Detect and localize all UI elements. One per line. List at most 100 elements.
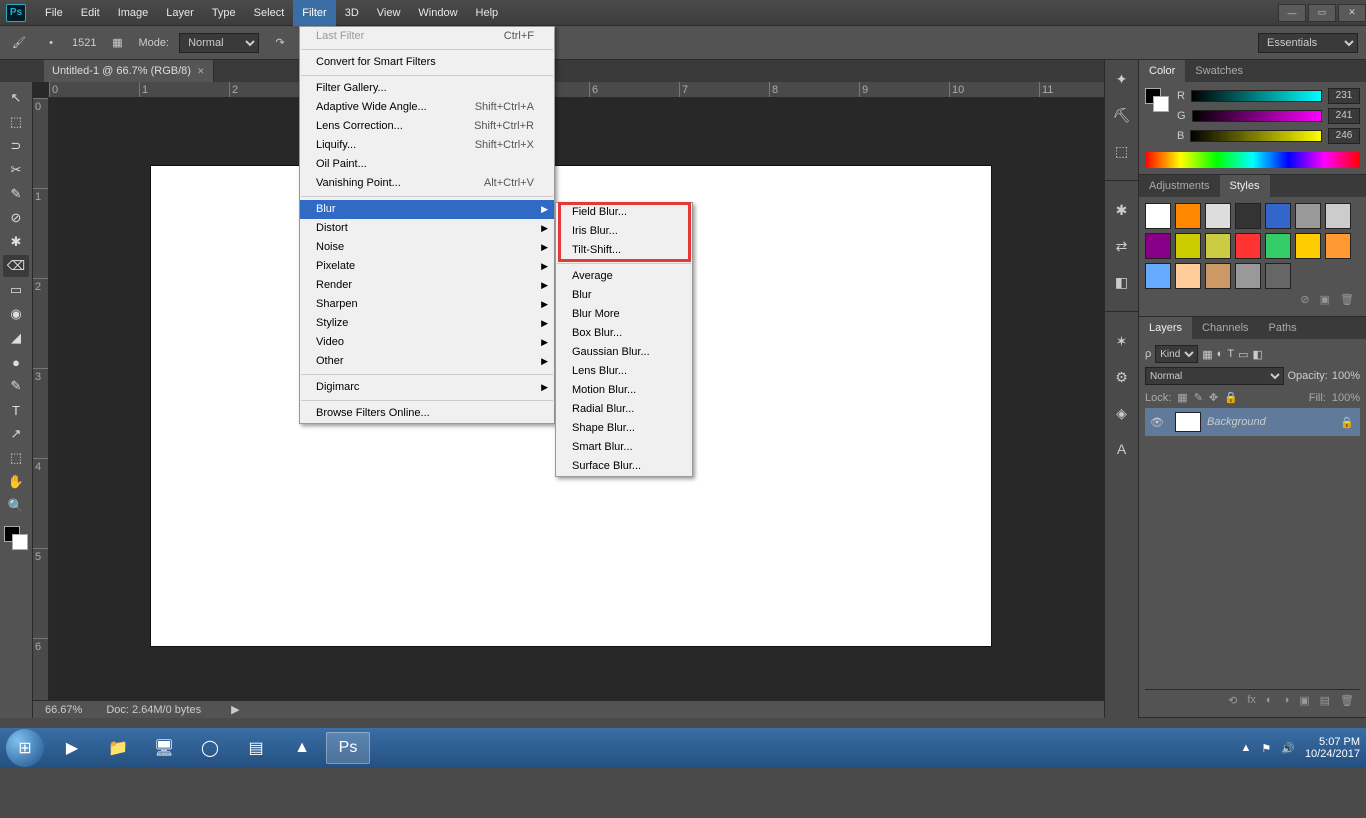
trash-icon[interactable]: 🗑 xyxy=(1340,293,1354,306)
filter-smart-icon[interactable]: ◧ xyxy=(1252,348,1262,361)
dock-icon-1[interactable]: ⛏ xyxy=(1111,104,1133,126)
fgbg-swatch[interactable] xyxy=(1145,88,1169,112)
menu-item[interactable]: Liquify...Shift+Ctrl+X xyxy=(300,136,554,155)
taskbar-app1[interactable]: 🖥 xyxy=(142,732,186,764)
menu-item[interactable]: Pixelate▶ xyxy=(300,257,554,276)
dock-icon-8[interactable]: ◈ xyxy=(1111,402,1133,424)
zoom-readout[interactable]: 66.67% xyxy=(45,704,82,716)
brush-size[interactable]: 1521 xyxy=(72,37,96,49)
tool-6[interactable]: ✱ xyxy=(3,231,29,253)
tab-swatches[interactable]: Swatches xyxy=(1185,60,1253,82)
tool-14[interactable]: ↗ xyxy=(3,423,29,445)
menu-item[interactable]: Surface Blur... xyxy=(556,457,692,476)
menu-item[interactable]: Distort▶ xyxy=(300,219,554,238)
doc-info[interactable]: Doc: 2.64M/0 bytes xyxy=(106,704,201,716)
dock-icon-5[interactable]: ◧ xyxy=(1111,271,1133,293)
dock-icon-3[interactable]: ✱ xyxy=(1111,199,1133,221)
menu-item[interactable]: Render▶ xyxy=(300,276,554,295)
style-swatch[interactable] xyxy=(1295,203,1321,229)
tray-up-icon[interactable]: ▲ xyxy=(1240,742,1251,754)
tray-flag-icon[interactable]: ⚑ xyxy=(1261,742,1271,755)
menu-edit[interactable]: Edit xyxy=(72,0,109,26)
tool-15[interactable]: ⬚ xyxy=(3,447,29,469)
newlayer-icon[interactable]: ▤ xyxy=(1320,694,1330,707)
filter-type-icon[interactable]: T xyxy=(1227,348,1234,360)
tool-8[interactable]: ▭ xyxy=(3,279,29,301)
dock-icon-6[interactable]: ✶ xyxy=(1111,330,1133,352)
workspace-chooser[interactable]: Essentials xyxy=(1258,33,1358,53)
menu-item[interactable]: Sharpen▶ xyxy=(300,295,554,314)
style-swatch[interactable] xyxy=(1265,233,1291,259)
style-swatch[interactable] xyxy=(1235,263,1261,289)
tool-5[interactable]: ⊘ xyxy=(3,207,29,229)
menu-view[interactable]: View xyxy=(368,0,410,26)
menu-item[interactable]: Filter Gallery... xyxy=(300,79,554,98)
taskbar-app2[interactable]: ▤ xyxy=(234,732,278,764)
menu-type[interactable]: Type xyxy=(203,0,245,26)
menu-item[interactable]: Digimarc▶ xyxy=(300,378,554,397)
fgbg-swatch[interactable] xyxy=(4,526,28,550)
tool-9[interactable]: ◉ xyxy=(3,303,29,325)
blend-mode-select[interactable]: Normal xyxy=(179,33,259,53)
visibility-icon[interactable]: 👁 xyxy=(1145,416,1169,429)
menu-item[interactable]: Noise▶ xyxy=(300,238,554,257)
layer-kind-select[interactable]: Kind xyxy=(1155,345,1198,363)
menu-item[interactable]: Adaptive Wide Angle...Shift+Ctrl+A xyxy=(300,98,554,117)
menu-item[interactable]: Motion Blur... xyxy=(556,381,692,400)
tab-paths[interactable]: Paths xyxy=(1259,317,1307,339)
menu-help[interactable]: Help xyxy=(467,0,508,26)
tool-2[interactable]: ⊃ xyxy=(3,135,29,157)
opacity-value[interactable]: 100% xyxy=(1332,370,1360,382)
new-style-icon[interactable]: ▣ xyxy=(1320,293,1330,306)
style-swatch[interactable] xyxy=(1325,233,1351,259)
menu-item[interactable]: Blur▶ xyxy=(300,200,554,219)
layer-row-background[interactable]: 👁 Background 🔒 xyxy=(1145,408,1360,436)
menu-item[interactable]: Blur More xyxy=(556,305,692,324)
tab-adjustments[interactable]: Adjustments xyxy=(1139,175,1220,197)
maximize-button[interactable]: ▭ xyxy=(1308,4,1336,22)
dock-icon-7[interactable]: ⚙ xyxy=(1111,366,1133,388)
adjust-icon[interactable]: ◑ xyxy=(1283,694,1290,707)
style-swatch[interactable] xyxy=(1265,263,1291,289)
style-swatch[interactable] xyxy=(1325,203,1351,229)
lock-all-icon[interactable]: 🔒 xyxy=(1224,391,1238,404)
dock-icon-0[interactable]: ✦ xyxy=(1111,68,1133,90)
trash-icon[interactable]: 🗑 xyxy=(1340,694,1354,707)
r-slider[interactable] xyxy=(1191,90,1322,102)
style-swatch[interactable] xyxy=(1235,203,1261,229)
menu-item[interactable]: Iris Blur... xyxy=(556,222,692,241)
style-swatch[interactable] xyxy=(1205,263,1231,289)
menu-image[interactable]: Image xyxy=(109,0,158,26)
dock-icon-2[interactable]: ⬚ xyxy=(1111,140,1133,162)
style-swatch[interactable] xyxy=(1295,233,1321,259)
g-slider[interactable] xyxy=(1192,110,1322,122)
menu-item[interactable]: Vanishing Point...Alt+Ctrl+V xyxy=(300,174,554,193)
style-swatch[interactable] xyxy=(1235,233,1261,259)
tool-13[interactable]: T xyxy=(3,399,29,421)
menu-item[interactable]: Oil Paint... xyxy=(300,155,554,174)
fill-value[interactable]: 100% xyxy=(1332,392,1360,404)
lock-trans-icon[interactable]: ▦ xyxy=(1177,391,1187,404)
brush-dot-icon[interactable]: • xyxy=(40,32,62,54)
tool-1[interactable]: ⬚ xyxy=(3,111,29,133)
spectrum-bar[interactable] xyxy=(1145,152,1360,168)
taskbar-explorer[interactable]: 📁 xyxy=(96,732,140,764)
menu-filter[interactable]: Filter xyxy=(293,0,335,26)
menu-item[interactable]: Box Blur... xyxy=(556,324,692,343)
menu-item[interactable]: Browse Filters Online... xyxy=(300,404,554,423)
lock-pos-icon[interactable]: ✥ xyxy=(1209,391,1218,404)
style-swatch[interactable] xyxy=(1205,203,1231,229)
lock-paint-icon[interactable]: ✎ xyxy=(1194,391,1203,404)
tool-16[interactable]: ✋ xyxy=(3,471,29,493)
tool-10[interactable]: ◢ xyxy=(3,327,29,349)
style-swatch[interactable] xyxy=(1265,203,1291,229)
clock[interactable]: 5:07 PM10/24/2017 xyxy=(1305,736,1360,760)
tool-0[interactable]: ↖ xyxy=(3,87,29,109)
fx-icon[interactable]: fx xyxy=(1247,694,1256,707)
dock-icon-9[interactable]: A xyxy=(1111,438,1133,460)
style-swatch[interactable] xyxy=(1175,263,1201,289)
style-swatch[interactable] xyxy=(1175,233,1201,259)
taskbar-vlc[interactable]: ▲ xyxy=(280,732,324,764)
tool-preset-icon[interactable]: 🖌 xyxy=(8,32,30,54)
menu-item[interactable]: Shape Blur... xyxy=(556,419,692,438)
